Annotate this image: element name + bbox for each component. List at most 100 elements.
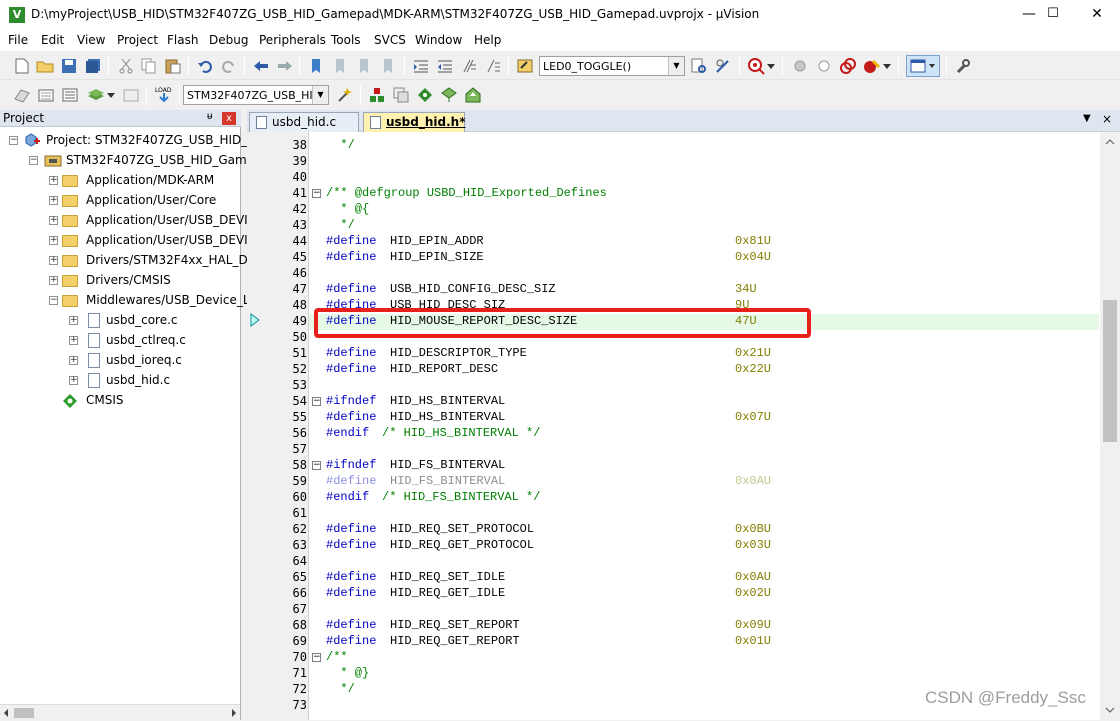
stop-build-icon[interactable] (122, 86, 140, 104)
build-icon[interactable] (37, 86, 55, 104)
chevron-down-icon[interactable]: ▼ (668, 57, 684, 75)
chevron-down-icon[interactable] (766, 57, 776, 75)
close-tab-icon[interactable]: × (1102, 112, 1112, 126)
tree-item[interactable]: CMSIS (0, 391, 240, 411)
copy-icon[interactable] (140, 57, 158, 75)
expand-icon[interactable]: + (49, 196, 58, 205)
debug-session-icon[interactable] (747, 57, 765, 75)
open-folder-icon[interactable] (36, 57, 54, 75)
menu-file[interactable]: File (8, 33, 28, 47)
find-replace-icon[interactable] (714, 57, 732, 75)
chevron-down-icon[interactable] (106, 86, 116, 104)
tab-usbd-hid-c[interactable]: usbd_hid.c (249, 112, 359, 132)
tab-list-dropdown-icon[interactable]: ▼ (1083, 113, 1091, 124)
cut-icon[interactable] (117, 57, 135, 75)
tab-usbd-hid-h[interactable]: usbd_hid.h* (363, 112, 466, 132)
target-options-icon[interactable] (336, 86, 354, 104)
menu-flash[interactable]: Flash (167, 33, 198, 47)
tree-item[interactable]: + usbd_hid.c (0, 371, 240, 391)
save-all-icon[interactable] (84, 57, 102, 75)
expand-icon[interactable]: + (49, 216, 58, 225)
tree-item[interactable]: − Project: STM32F407ZG_USB_HID_Gar (0, 131, 269, 151)
window-layout-icon[interactable] (906, 55, 940, 77)
fold-toggle-icon[interactable]: − (312, 189, 321, 198)
breakpoint-enable-icon[interactable] (815, 57, 833, 75)
tree-item[interactable]: + usbd_ctlreq.c (0, 331, 240, 351)
collapse-icon[interactable]: − (29, 156, 38, 165)
fold-toggle-icon[interactable]: − (312, 653, 321, 662)
pack-installer-icon[interactable] (440, 86, 458, 104)
select-packs-icon[interactable] (416, 86, 434, 104)
expand-icon[interactable]: + (69, 356, 78, 365)
fold-toggle-icon[interactable]: − (312, 397, 321, 406)
breakpoint-gutter[interactable] (247, 132, 261, 720)
disable-breakpoints-icon[interactable] (839, 57, 857, 75)
expand-icon[interactable]: + (49, 176, 58, 185)
clear-bookmarks-icon[interactable] (380, 57, 398, 75)
paste-icon[interactable] (164, 57, 182, 75)
incremental-find-icon[interactable] (690, 57, 708, 75)
file-extensions-icon[interactable] (392, 86, 410, 104)
expand-icon[interactable]: + (69, 376, 78, 385)
tree-item[interactable]: + Drivers/STM32F4xx_HAL_Driv (0, 251, 263, 271)
vertical-scrollbar[interactable] (1100, 132, 1120, 720)
collapse-icon[interactable]: − (9, 136, 18, 145)
close-window-button[interactable]: ✕ (1074, 0, 1120, 30)
menu-peripherals[interactable]: Peripherals (259, 33, 326, 47)
code-area[interactable]: */−/** @defgroup USBD_HID_Exported_Defin… (309, 132, 1099, 720)
navigate-back-icon[interactable] (252, 57, 270, 75)
tree-item[interactable]: − STM32F407ZG_USB_HID_Gamepa (0, 151, 269, 171)
download-load-icon[interactable]: LOAD (154, 85, 174, 105)
menu-help[interactable]: Help (474, 33, 501, 47)
navigate-forward-icon[interactable] (276, 57, 294, 75)
breakpoint-insert-icon[interactable] (791, 57, 809, 75)
save-icon[interactable] (60, 57, 78, 75)
chevron-down-icon[interactable] (882, 57, 892, 75)
tree-item[interactable]: + Application/User/USB_DEVIC (0, 231, 256, 251)
chevron-down-icon[interactable]: ▼ (312, 86, 328, 104)
expand-icon[interactable]: + (69, 336, 78, 345)
tree-item[interactable]: + Application/User/USB_DEVIC (0, 211, 256, 231)
menu-edit[interactable]: Edit (41, 33, 64, 47)
comment-icon[interactable] (460, 57, 478, 75)
indent-icon[interactable] (412, 57, 430, 75)
menu-svcs[interactable]: SVCS (374, 33, 406, 47)
unindent-icon[interactable] (436, 57, 454, 75)
tree-item[interactable]: + Drivers/CMSIS (0, 271, 240, 291)
expand-icon[interactable]: + (69, 316, 78, 325)
translate-icon[interactable] (13, 86, 31, 104)
menu-view[interactable]: View (77, 33, 105, 47)
expand-icon[interactable]: + (49, 236, 58, 245)
menu-window[interactable]: Window (415, 33, 462, 47)
find-in-files-icon[interactable] (516, 57, 534, 75)
expand-icon[interactable]: + (49, 256, 58, 265)
target-select-combo[interactable]: STM32F407ZG_USB_HID_ ▼ (183, 85, 329, 105)
manage-components-icon[interactable] (368, 86, 386, 104)
pack-manager-icon[interactable] (464, 86, 482, 104)
batch-build-icon[interactable] (87, 86, 105, 104)
next-bookmark-icon[interactable] (356, 57, 374, 75)
prev-bookmark-icon[interactable] (332, 57, 350, 75)
tree-item[interactable]: − Middlewares/USB_Device_Lib (0, 291, 260, 311)
configure-wrench-icon[interactable] (954, 57, 972, 75)
redo-icon[interactable] (220, 57, 238, 75)
fold-toggle-icon[interactable]: − (312, 461, 321, 470)
horizontal-scrollbar[interactable] (0, 704, 240, 720)
close-panel-button[interactable]: x (222, 112, 236, 125)
tree-item[interactable]: + usbd_core.c (0, 311, 240, 331)
menu-project[interactable]: Project (117, 33, 158, 47)
tree-item[interactable]: + Application/MDK-ARM (0, 171, 240, 191)
new-file-icon[interactable] (13, 57, 31, 75)
function-combo[interactable]: LED0_TOGGLE() ▼ (539, 56, 685, 76)
menu-debug[interactable]: Debug (209, 33, 248, 47)
collapse-icon[interactable]: − (49, 296, 58, 305)
uncomment-icon[interactable] (484, 57, 502, 75)
tree-item[interactable]: + usbd_ioreq.c (0, 351, 240, 371)
rebuild-icon[interactable] (61, 86, 79, 104)
pin-icon[interactable]: ᵾ (207, 111, 212, 122)
tree-item[interactable]: + Application/User/Core (0, 191, 240, 211)
maximize-button[interactable]: ☐ (1030, 0, 1076, 30)
kill-breakpoints-icon[interactable] (863, 57, 881, 75)
undo-icon[interactable] (196, 57, 214, 75)
menu-tools[interactable]: Tools (331, 33, 361, 47)
